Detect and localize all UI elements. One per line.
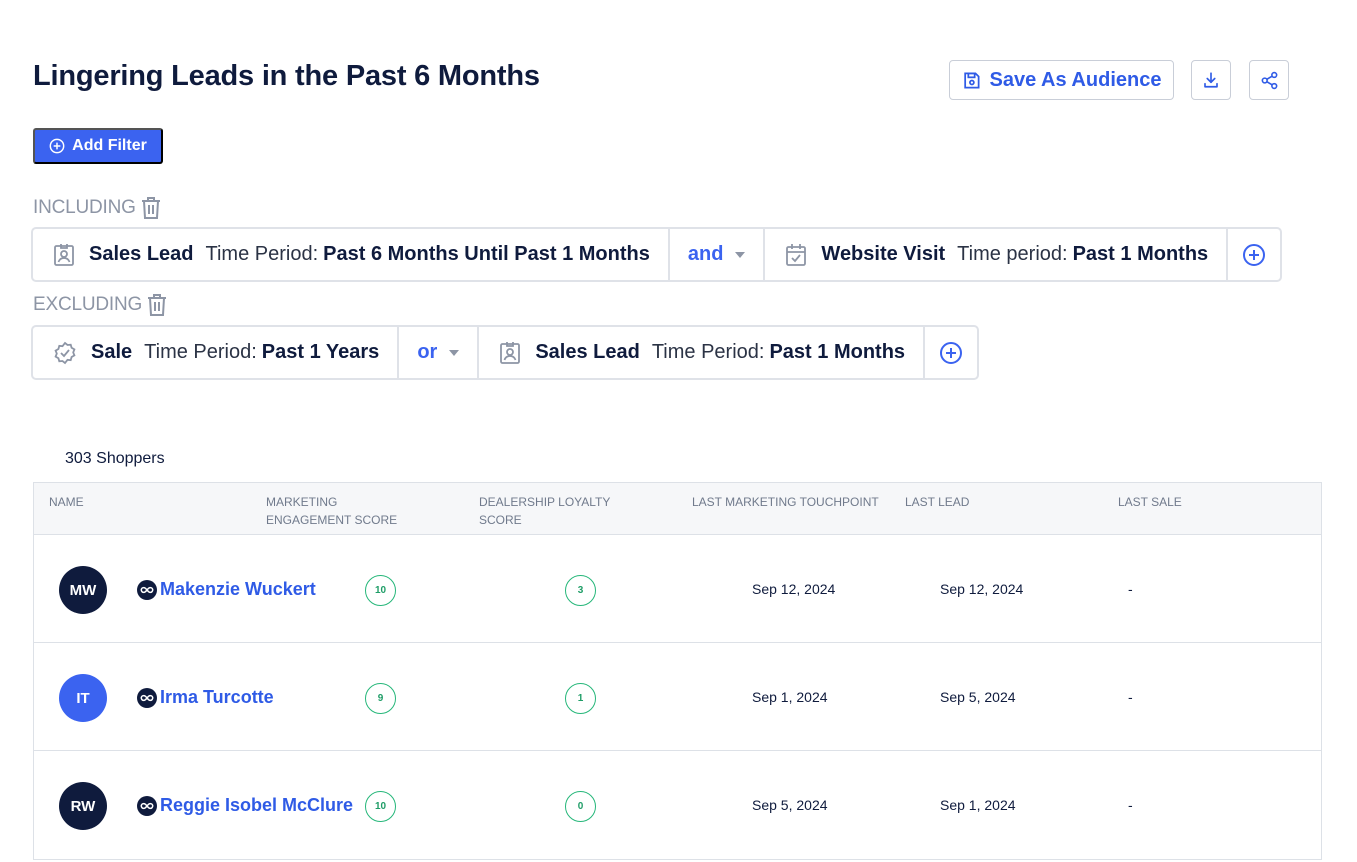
table-header: NAME MARKETING ENGAGEMENT SCORE DEALERSHI… — [34, 483, 1321, 535]
excluding-operator-dropdown[interactable]: or — [397, 325, 480, 380]
last-lead-date: Sep 1, 2024 — [940, 797, 1016, 813]
infinity-icon — [137, 795, 157, 816]
avatar: IT — [59, 674, 107, 722]
trash-icon[interactable] — [146, 293, 168, 317]
including-section-label: INCLUDING — [33, 196, 162, 220]
loyalty-score-badge: 1 — [565, 683, 596, 714]
shopper-name-link[interactable]: Irma Turcotte — [137, 687, 274, 708]
save-as-audience-button[interactable]: Save As Audience — [949, 60, 1174, 100]
table-row[interactable]: MW Makenzie Wuckert 10 3 Sep 12, 2024 Se… — [34, 535, 1321, 643]
excluding-section-label: EXCLUDING — [33, 293, 168, 317]
caret-down-icon — [735, 251, 746, 258]
last-touchpoint-date: Sep 1, 2024 — [752, 689, 828, 705]
header-last-lead[interactable]: LAST LEAD — [905, 493, 969, 511]
plus-circle-icon — [939, 341, 963, 365]
last-sale-date: - — [1128, 689, 1133, 705]
last-touchpoint-date: Sep 5, 2024 — [752, 797, 828, 813]
verified-badge-icon — [53, 341, 77, 365]
engagement-score-badge: 10 — [365, 575, 396, 606]
loyalty-score-badge: 3 — [565, 575, 596, 606]
table-row[interactable]: IT Irma Turcotte 9 1 Sep 1, 2024 Sep 5, … — [34, 643, 1321, 751]
excluding-filter-row: Sale Time Period: Past 1 Years or Sales … — [31, 325, 980, 380]
engagement-score-badge: 9 — [365, 683, 396, 714]
operator-label: and — [687, 243, 724, 265]
page-title: Lingering Leads in the Past 6 Months — [33, 60, 540, 92]
table-row[interactable]: RW Reggie Isobel McClure 10 0 Sep 5, 202… — [34, 751, 1321, 859]
operator-label: or — [417, 341, 438, 363]
filter-period-label: Time Period: — [205, 243, 319, 265]
last-sale-date: - — [1128, 581, 1133, 597]
add-filter-label: Add Filter — [72, 137, 147, 154]
header-name[interactable]: NAME — [49, 493, 84, 511]
header-engagement-score[interactable]: MARKETING ENGAGEMENT SCORE — [266, 493, 397, 529]
share-icon — [1260, 71, 1279, 90]
engagement-score-badge: 10 — [365, 791, 396, 822]
shopper-name[interactable]: Reggie Isobel McClure — [160, 795, 353, 816]
filter-period-label: Time Period: — [651, 341, 765, 363]
shopper-count: 303 Shoppers — [65, 450, 165, 467]
shopper-name[interactable]: Makenzie Wuckert — [160, 579, 316, 600]
including-filter-row: Sales Lead Time Period: Past 6 Months Un… — [31, 227, 1283, 282]
including-operator-dropdown[interactable]: and — [667, 227, 766, 282]
including-label: INCLUDING — [33, 197, 136, 218]
avatar: RW — [59, 782, 107, 830]
share-button[interactable] — [1249, 60, 1289, 100]
shoppers-table: NAME MARKETING ENGAGEMENT SCORE DEALERSHI… — [33, 482, 1322, 860]
last-lead-date: Sep 12, 2024 — [940, 581, 1024, 597]
filter-period-label: Time Period: — [144, 341, 257, 363]
avatar: MW — [59, 566, 107, 614]
filter-chip-sales-lead[interactable]: Sales Lead Time Period: Past 6 Months Un… — [31, 227, 670, 282]
last-sale-date: - — [1128, 797, 1133, 813]
contact-badge-icon — [53, 243, 75, 267]
filter-event-name: Sales Lead — [535, 341, 640, 363]
infinity-icon — [137, 579, 157, 600]
add-including-condition-button[interactable] — [1226, 227, 1283, 282]
plus-circle-icon — [1242, 243, 1266, 267]
save-as-audience-label: Save As Audience — [989, 68, 1162, 91]
filter-period-value: Past 1 Months — [1072, 243, 1209, 265]
excluding-label: EXCLUDING — [33, 294, 143, 315]
filter-chip-website-visit[interactable]: Website Visit Time period: Past 1 Months — [763, 227, 1229, 282]
filter-period-value: Past 6 Months Until Past 1 Months — [323, 243, 650, 265]
filter-period-label: Time period: — [957, 243, 1068, 265]
last-touchpoint-date: Sep 12, 2024 — [752, 581, 836, 597]
filter-period-value: Past 1 Years — [261, 341, 380, 363]
download-button[interactable] — [1191, 60, 1231, 100]
filter-period-value: Past 1 Months — [769, 341, 906, 363]
add-excluding-condition-button[interactable] — [923, 325, 980, 380]
header-loyalty-score[interactable]: DEALERSHIP LOYALTY SCORE — [479, 493, 610, 529]
save-icon — [962, 71, 981, 90]
filter-event-name: Website Visit — [821, 243, 946, 265]
filter-chip-sale[interactable]: Sale Time Period: Past 1 Years — [31, 325, 400, 380]
calendar-check-icon — [785, 243, 807, 267]
last-lead-date: Sep 5, 2024 — [940, 689, 1016, 705]
shopper-name-link[interactable]: Makenzie Wuckert — [137, 579, 316, 600]
filter-chip-sales-lead-excluded[interactable]: Sales Lead Time Period: Past 1 Months — [477, 325, 926, 380]
header-last-sale[interactable]: LAST SALE — [1118, 493, 1182, 511]
shopper-name-link[interactable]: Reggie Isobel McClure — [137, 795, 353, 816]
filter-event-name: Sales Lead — [89, 243, 194, 265]
trash-icon[interactable] — [140, 196, 162, 220]
caret-down-icon — [449, 349, 460, 356]
header-last-touchpoint[interactable]: LAST MARKETING TOUCHPOINT — [692, 493, 879, 511]
plus-circle-icon — [49, 138, 65, 154]
add-filter-button[interactable]: Add Filter — [33, 128, 163, 164]
download-icon — [1202, 71, 1220, 89]
contact-badge-icon — [499, 341, 521, 365]
loyalty-score-badge: 0 — [565, 791, 596, 822]
infinity-icon — [137, 687, 157, 708]
shopper-name[interactable]: Irma Turcotte — [160, 687, 274, 708]
filter-event-name: Sale — [91, 341, 133, 363]
